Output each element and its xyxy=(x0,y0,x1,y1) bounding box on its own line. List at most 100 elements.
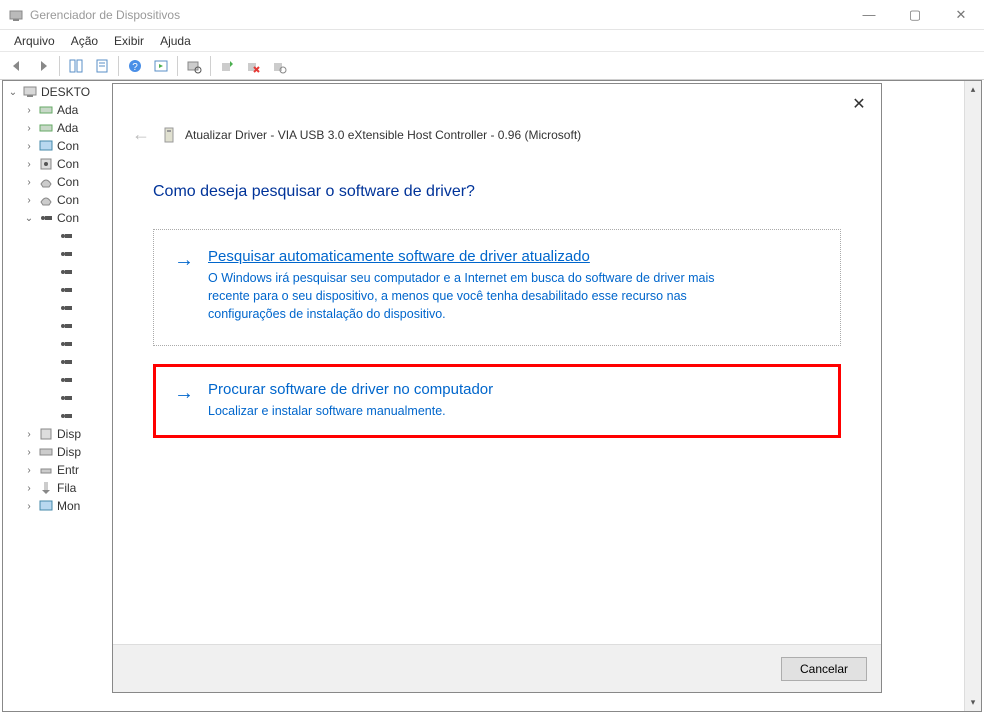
category-icon xyxy=(38,480,54,496)
cancel-button[interactable]: Cancelar xyxy=(781,657,867,681)
category-icon xyxy=(38,102,54,118)
tree-label: Con xyxy=(57,211,79,225)
usb-icon xyxy=(58,354,74,370)
tree-label: Con xyxy=(57,175,79,189)
category-icon xyxy=(38,174,54,190)
toolbar: ? xyxy=(0,52,984,80)
usb-icon xyxy=(58,246,74,262)
category-icon xyxy=(38,462,54,478)
toolbar-separator xyxy=(210,56,211,76)
tree-label: Ada xyxy=(57,103,78,117)
usb-icon xyxy=(58,390,74,406)
menu-arquivo[interactable]: Arquivo xyxy=(6,32,63,50)
chevron-icon[interactable]: › xyxy=(23,123,35,134)
chevron-icon[interactable]: › xyxy=(23,483,35,494)
menu-bar: Arquivo Ação Exibir Ajuda xyxy=(0,30,984,52)
tree-label: Ada xyxy=(57,121,78,135)
tree-label: Disp xyxy=(57,445,81,459)
tree-label: Con xyxy=(57,157,79,171)
tree-label: Disp xyxy=(57,427,81,441)
content-area: ⌄ DESKTO › Ada › Ada › Con › Con › Con › Con ⌄ Con › D… xyxy=(0,80,984,714)
usb-icon xyxy=(58,318,74,334)
chevron-icon[interactable]: › xyxy=(23,177,35,188)
dialog-close-button[interactable]: ✕ xyxy=(847,92,871,116)
category-icon xyxy=(38,498,54,514)
chevron-icon[interactable]: › xyxy=(23,447,35,458)
category-icon xyxy=(38,138,54,154)
category-icon xyxy=(38,156,54,172)
update-driver-dialog: ✕ ← Atualizar Driver - VIA USB 3.0 eXten… xyxy=(112,83,882,693)
usb-icon xyxy=(58,228,74,244)
device-tree-panel: ⌄ DESKTO › Ada › Ada › Con › Con › Con › Con ⌄ Con › D… xyxy=(2,80,982,712)
category-icon xyxy=(38,192,54,208)
scan-button[interactable] xyxy=(182,54,206,78)
scroll-track[interactable] xyxy=(965,98,981,694)
toolbar-separator xyxy=(59,56,60,76)
update-driver-button[interactable] xyxy=(215,54,239,78)
category-icon xyxy=(38,426,54,442)
tree-label: Con xyxy=(57,139,79,153)
tree-label: Mon xyxy=(57,499,80,513)
action-button[interactable] xyxy=(149,54,173,78)
vertical-scrollbar[interactable]: ▴ ▾ xyxy=(964,81,981,711)
category-icon xyxy=(38,444,54,460)
usb-icon xyxy=(58,282,74,298)
option-search-automatically[interactable]: → Pesquisar automaticamente software de … xyxy=(153,229,841,346)
properties-button[interactable] xyxy=(90,54,114,78)
uninstall-button[interactable] xyxy=(241,54,265,78)
usb-icon xyxy=(58,264,74,280)
category-icon xyxy=(38,120,54,136)
chevron-icon[interactable]: › xyxy=(23,429,35,440)
option-browse-computer[interactable]: → Procurar software de driver no computa… xyxy=(153,364,841,437)
tree-label: Fila xyxy=(57,481,76,495)
scroll-down-icon[interactable]: ▾ xyxy=(965,694,981,711)
back-button[interactable] xyxy=(5,54,29,78)
category-icon xyxy=(38,210,54,226)
minimize-button[interactable]: — xyxy=(846,0,892,29)
computer-icon xyxy=(22,84,38,100)
title-bar: Gerenciador de Dispositivos — ▢ ✕ xyxy=(0,0,984,30)
arrow-right-icon: → xyxy=(174,383,194,403)
disable-button[interactable] xyxy=(267,54,291,78)
chevron-icon[interactable]: › xyxy=(23,501,35,512)
svg-text:?: ? xyxy=(132,62,138,73)
dialog-header: ← Atualizar Driver - VIA USB 3.0 eXtensi… xyxy=(113,84,881,155)
toolbar-separator xyxy=(177,56,178,76)
dialog-title: Atualizar Driver - VIA USB 3.0 eXtensibl… xyxy=(185,128,581,142)
usb-icon xyxy=(58,336,74,352)
tree-label: Entr xyxy=(57,463,79,477)
chevron-icon[interactable]: ⌄ xyxy=(23,213,35,224)
device-icon xyxy=(161,127,177,143)
dialog-body: Como deseja pesquisar o software de driv… xyxy=(113,155,881,438)
chevron-icon[interactable]: › xyxy=(23,465,35,476)
maximize-button[interactable]: ▢ xyxy=(892,0,938,29)
option-title: Procurar software de driver no computado… xyxy=(208,381,493,398)
close-button[interactable]: ✕ xyxy=(938,0,984,29)
dialog-question: Como deseja pesquisar o software de driv… xyxy=(153,183,841,201)
forward-button[interactable] xyxy=(31,54,55,78)
scroll-up-icon[interactable]: ▴ xyxy=(965,81,981,98)
chevron-icon[interactable]: › xyxy=(23,141,35,152)
menu-exibir[interactable]: Exibir xyxy=(106,32,152,50)
show-hide-button[interactable] xyxy=(64,54,88,78)
window-title: Gerenciador de Dispositivos xyxy=(30,8,846,22)
chevron-icon[interactable]: › xyxy=(23,159,35,170)
chevron-icon[interactable]: › xyxy=(23,195,35,206)
tree-label: Con xyxy=(57,193,79,207)
option-title: Pesquisar automaticamente software de dr… xyxy=(208,248,748,265)
tree-label: DESKTO xyxy=(41,85,90,99)
chevron-down-icon[interactable]: ⌄ xyxy=(7,87,19,98)
toolbar-separator xyxy=(118,56,119,76)
dialog-footer: Cancelar xyxy=(113,644,881,692)
usb-icon xyxy=(58,372,74,388)
back-arrow-icon[interactable]: ← xyxy=(129,124,153,145)
usb-icon xyxy=(58,300,74,316)
window-controls: — ▢ ✕ xyxy=(846,0,984,29)
option-description: O Windows irá pesquisar seu computador e… xyxy=(208,269,748,323)
arrow-right-icon: → xyxy=(174,250,194,270)
menu-acao[interactable]: Ação xyxy=(63,32,106,50)
menu-ajuda[interactable]: Ajuda xyxy=(152,32,199,50)
help-button[interactable]: ? xyxy=(123,54,147,78)
option-description: Localizar e instalar software manualment… xyxy=(208,402,493,420)
chevron-icon[interactable]: › xyxy=(23,105,35,116)
